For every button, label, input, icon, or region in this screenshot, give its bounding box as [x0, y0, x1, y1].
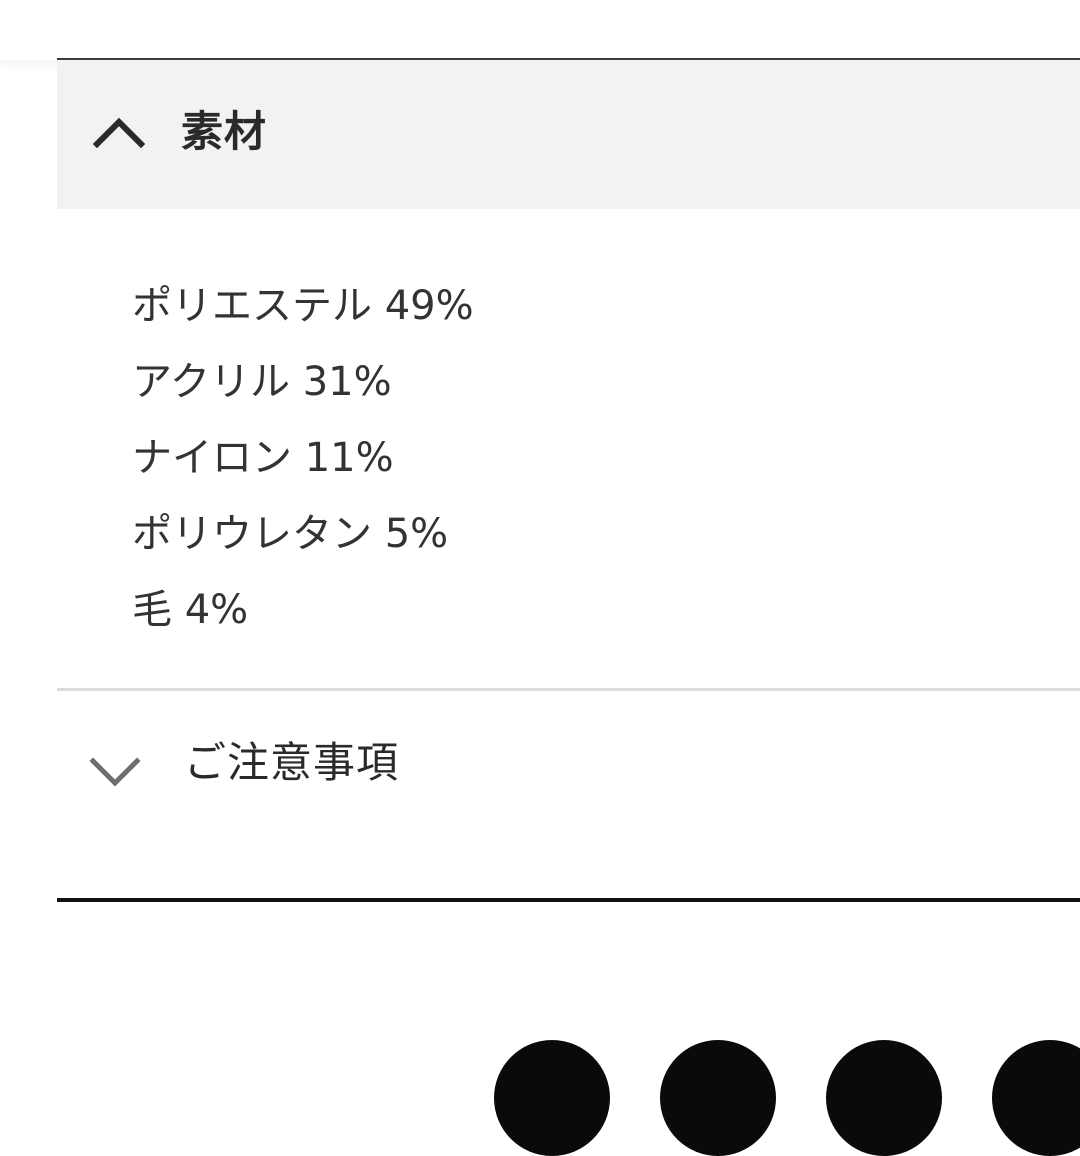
materials-accordion-header[interactable]: 素材 — [57, 60, 1080, 209]
material-item: 毛 4% — [132, 587, 249, 633]
chevron-down-icon — [89, 757, 141, 787]
material-item: ナイロン 11% — [132, 435, 394, 481]
share-button-icon[interactable] — [660, 1040, 776, 1156]
materials-accordion-title: 素材 — [181, 107, 268, 156]
notes-accordion-title: ご注意事項 — [184, 738, 400, 787]
material-item: ポリウレタン 5% — [132, 511, 449, 557]
share-button-icon[interactable] — [992, 1040, 1080, 1156]
previous-section-bar — [0, 0, 1080, 60]
notes-accordion-header[interactable]: ご注意事項 — [57, 691, 1080, 841]
materials-list: ポリエステル 49% アクリル 31% ナイロン 11% ポリウレタン 5% 毛… — [132, 268, 474, 648]
material-item: アクリル 31% — [132, 359, 392, 405]
material-item: ポリエステル 49% — [132, 283, 474, 329]
share-button-icon[interactable] — [826, 1040, 942, 1156]
share-button-icon[interactable] — [494, 1040, 610, 1156]
section-bottom-rule — [57, 898, 1080, 902]
chevron-up-icon — [93, 117, 145, 148]
